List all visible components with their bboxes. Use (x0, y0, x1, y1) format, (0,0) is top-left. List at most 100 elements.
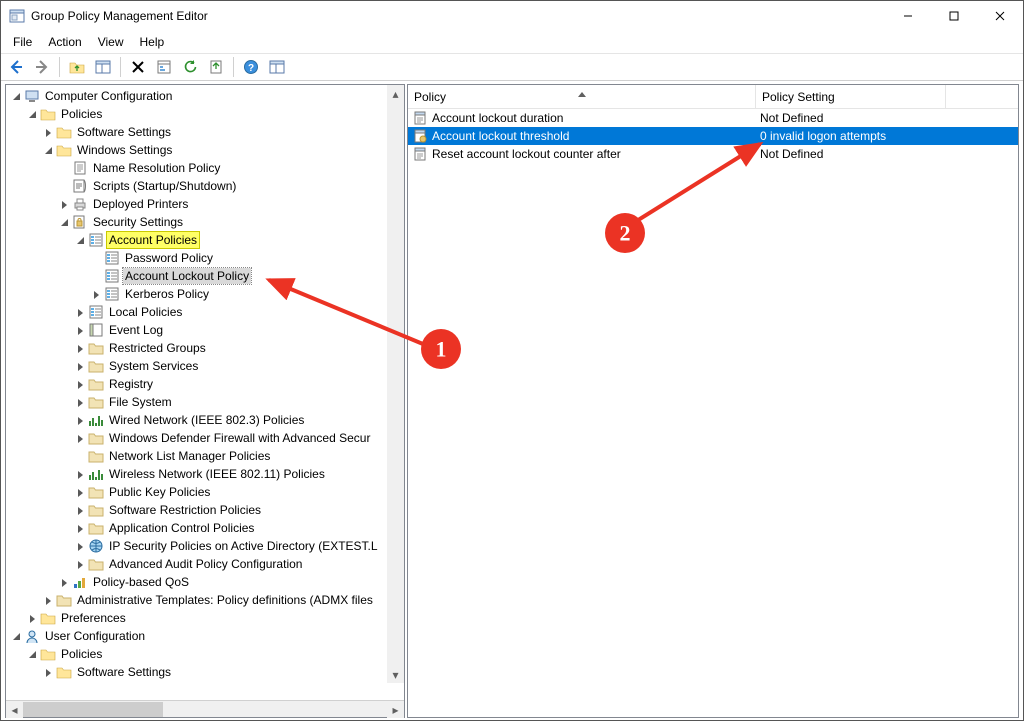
tree-defender-firewall[interactable]: Windows Defender Firewall with Advanced … (6, 429, 404, 447)
tree-user-configuration[interactable]: User Configuration (6, 627, 404, 645)
tree-software-settings[interactable]: Software Settings (6, 123, 404, 141)
tree-computer-configuration[interactable]: Computer Configuration (6, 87, 404, 105)
chevron-down-icon[interactable] (10, 90, 22, 102)
scroll-thumb[interactable] (23, 702, 163, 717)
chevron-down-icon[interactable] (58, 216, 70, 228)
refresh-button[interactable] (178, 56, 202, 78)
menu-help[interactable]: Help (132, 33, 173, 51)
delete-button[interactable] (126, 56, 150, 78)
tree-windows-settings[interactable]: Windows Settings (6, 141, 404, 159)
policy-icon (104, 250, 120, 266)
tree-user-software-settings[interactable]: Software Settings (6, 663, 404, 681)
tree-kerberos-policy[interactable]: Kerberos Policy (6, 285, 404, 303)
tree-event-log[interactable]: Event Log (6, 321, 404, 339)
chevron-right-icon[interactable] (74, 504, 86, 516)
tree-name-resolution[interactable]: Name Resolution Policy (6, 159, 404, 177)
tree-local-policies[interactable]: Local Policies (6, 303, 404, 321)
show-hide-tree-button[interactable] (91, 56, 115, 78)
list-panel: Policy Policy Setting Account lockout du… (407, 84, 1019, 718)
tree-file-system[interactable]: File System (6, 393, 404, 411)
help-button[interactable] (239, 56, 263, 78)
list-row-selected[interactable]: Account lockout threshold 0 invalid logo… (408, 127, 1018, 145)
chevron-down-icon[interactable] (10, 630, 22, 642)
tree-vertical-scrollbar[interactable]: ▴ ▾ (387, 85, 404, 683)
folder-icon (88, 376, 104, 392)
tree-public-key[interactable]: Public Key Policies (6, 483, 404, 501)
chevron-right-icon[interactable] (74, 432, 86, 444)
chevron-right-icon[interactable] (74, 360, 86, 372)
tree-registry[interactable]: Registry (6, 375, 404, 393)
minimize-button[interactable] (885, 1, 931, 31)
tree-network-list[interactable]: Network List Manager Policies (6, 447, 404, 465)
folder-icon (88, 502, 104, 518)
tree-advanced-audit[interactable]: Advanced Audit Policy Configuration (6, 555, 404, 573)
chevron-right-icon[interactable] (74, 342, 86, 354)
tree-security-settings[interactable]: Security Settings (6, 213, 404, 231)
list-row[interactable]: Account lockout duration Not Defined (408, 109, 1018, 127)
tree-deployed-printers[interactable]: Deployed Printers (6, 195, 404, 213)
globe-icon (88, 538, 104, 554)
menu-action[interactable]: Action (40, 33, 89, 51)
chevron-right-icon[interactable] (42, 666, 54, 678)
tree-password-policy[interactable]: Password Policy (6, 249, 404, 267)
chevron-right-icon[interactable] (74, 396, 86, 408)
chevron-down-icon[interactable] (26, 108, 38, 120)
tree-user-policies[interactable]: Policies (6, 645, 404, 663)
scroll-icon (72, 178, 88, 194)
maximize-button[interactable] (931, 1, 977, 31)
tree-wired-network[interactable]: Wired Network (IEEE 802.3) Policies (6, 411, 404, 429)
back-button[interactable] (4, 56, 28, 78)
chevron-right-icon[interactable] (74, 324, 86, 336)
export-button[interactable] (204, 56, 228, 78)
chevron-right-icon[interactable] (74, 522, 86, 534)
forward-button[interactable] (30, 56, 54, 78)
tree-restricted-groups[interactable]: Restricted Groups (6, 339, 404, 357)
scroll-down-icon[interactable]: ▾ (387, 666, 404, 683)
column-policy-setting[interactable]: Policy Setting (756, 85, 946, 109)
chevron-right-icon[interactable] (58, 576, 70, 588)
properties-button[interactable] (152, 56, 176, 78)
column-policy[interactable]: Policy (408, 85, 756, 109)
chevron-right-icon[interactable] (26, 612, 38, 624)
scroll-left-icon[interactable]: ◂ (6, 701, 23, 718)
policy-icon (104, 286, 120, 302)
menu-view[interactable]: View (90, 33, 132, 51)
tree-admin-templates[interactable]: Administrative Templates: Policy definit… (6, 591, 404, 609)
tree-preferences[interactable]: Preferences (6, 609, 404, 627)
chevron-right-icon[interactable] (74, 540, 86, 552)
menu-file[interactable]: File (5, 33, 40, 51)
chevron-right-icon[interactable] (74, 486, 86, 498)
up-button[interactable] (65, 56, 89, 78)
scroll-right-icon[interactable]: ▸ (387, 701, 404, 718)
tree-ip-security[interactable]: IP Security Policies on Active Directory… (6, 537, 404, 555)
chevron-right-icon[interactable] (90, 288, 102, 300)
tree-account-lockout-policy[interactable]: Account Lockout Policy (6, 267, 404, 285)
close-button[interactable] (977, 1, 1023, 31)
tree-software-restriction[interactable]: Software Restriction Policies (6, 501, 404, 519)
tree-policy-based-qos[interactable]: Policy-based QoS (6, 573, 404, 591)
chevron-right-icon[interactable] (74, 558, 86, 570)
tree-wireless-network[interactable]: Wireless Network (IEEE 802.11) Policies (6, 465, 404, 483)
chevron-right-icon[interactable] (58, 198, 70, 210)
chevron-down-icon[interactable] (74, 234, 86, 246)
chevron-right-icon[interactable] (74, 306, 86, 318)
tree-scripts[interactable]: Scripts (Startup/Shutdown) (6, 177, 404, 195)
tree-application-control[interactable]: Application Control Policies (6, 519, 404, 537)
scroll-up-icon[interactable]: ▴ (387, 85, 404, 102)
chevron-right-icon[interactable] (42, 126, 54, 138)
chevron-down-icon[interactable] (26, 648, 38, 660)
titlebar: Group Policy Management Editor (1, 1, 1023, 31)
folder-icon (88, 340, 104, 356)
chevron-right-icon[interactable] (74, 378, 86, 390)
list-row[interactable]: Reset account lockout counter after Not … (408, 145, 1018, 163)
chevron-right-icon[interactable] (42, 594, 54, 606)
tree-system-services[interactable]: System Services (6, 357, 404, 375)
tree-account-policies[interactable]: Account Policies (6, 231, 404, 249)
panes2-button[interactable] (265, 56, 289, 78)
chevron-right-icon[interactable] (74, 414, 86, 426)
chevron-down-icon[interactable] (42, 144, 54, 156)
list-header: Policy Policy Setting (408, 85, 1018, 109)
tree-policies[interactable]: Policies (6, 105, 404, 123)
tree-horizontal-scrollbar[interactable]: ◂ ▸ (6, 700, 404, 717)
chevron-right-icon[interactable] (74, 468, 86, 480)
